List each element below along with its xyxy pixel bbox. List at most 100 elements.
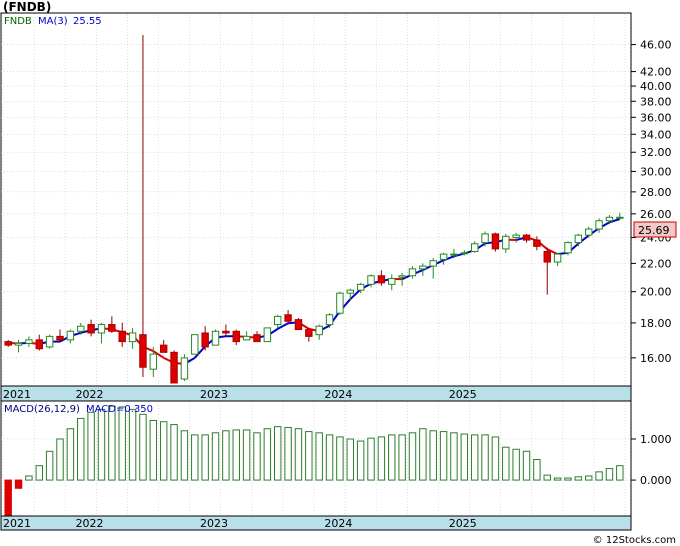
macd-bar [305,431,313,481]
candle-body [284,314,292,322]
candle-body [564,242,572,254]
candle-body [512,234,520,239]
candle-body [408,268,417,277]
candle-body [315,325,323,336]
price-y-tick: 46.00 [640,39,672,52]
macd-bar [398,434,406,481]
candle-body [139,334,147,368]
macd-bar [242,429,251,481]
macd-bar [512,448,520,481]
candle-body [170,351,178,384]
candle [211,329,220,346]
macd-bar [553,477,562,481]
candle-body [450,253,458,256]
candle-body [605,216,614,222]
candle-body [419,265,427,270]
macd-bar [14,479,23,489]
macd-bar [77,417,85,481]
macd-bar [222,430,230,481]
candle-body [87,324,95,334]
candle-body [429,260,437,267]
candle-body [97,324,106,334]
macd-bar [97,408,106,481]
candle [180,354,189,381]
macd-bar [502,446,510,481]
candle-body [543,250,551,263]
candle-body [274,315,282,326]
candle-body [222,330,230,334]
candle-body [336,292,344,314]
macd-x-tick: 2022 [76,517,104,530]
candle-body [14,342,23,346]
price-y-tick: 28.00 [640,186,672,199]
candle-body [180,357,189,380]
candle-body [502,235,510,250]
macd-bar [263,428,272,481]
last-price-tag: 25.69 [633,221,677,238]
macd-bar [274,426,282,481]
macd-bar [66,428,75,481]
macd-bar [450,432,458,481]
macd-bar [35,465,43,481]
macd-bar [491,436,500,481]
candle-body [325,314,334,326]
candle [170,350,178,384]
macd-y-tick: 1.000 [640,433,672,446]
macd-bar [4,479,12,516]
macd-bar [170,424,178,481]
price-y-tick: 42.00 [640,66,672,79]
candle-body [491,233,500,250]
candle-body [470,243,479,252]
macd-legend-value: MACD=0.350 [86,404,153,415]
candle-body [149,353,158,370]
candle-body [595,220,603,230]
macd-bar [481,434,489,481]
price-y-tick: 18.00 [640,317,672,330]
macd-bar [533,459,541,481]
macd-bar [325,434,334,481]
candle-body [77,325,85,332]
candle-body [439,253,448,260]
macd-bar [429,430,437,481]
candle-body [616,216,624,219]
macd-bar [388,434,396,481]
macd-y-tick: 0.000 [640,474,672,487]
candle-body [305,329,313,337]
macd-bar [201,434,209,481]
price-y-tick: 22.00 [640,257,672,270]
candle-body [128,332,137,343]
candle-body [159,344,168,353]
last-price-label: 25.69 [638,224,670,237]
price-y-tick: 26.00 [640,208,672,221]
macd-bar [159,421,168,481]
candle-body [25,339,33,344]
footer-credit: © 12Stocks.com [592,535,676,546]
legend-ma-label: MA(3) [38,16,68,27]
candle-body [367,275,375,285]
legend-symbol: FNDB [4,16,32,27]
candle-body [66,330,75,341]
price-y-tick: 40.00 [640,80,672,93]
macd-bar [139,413,147,481]
macd-bar [294,428,303,481]
macd-bar [45,450,54,481]
macd-bar [211,432,220,481]
macd-bar [128,408,137,481]
price-y-tick: 36.00 [640,111,672,124]
candle [491,232,500,252]
macd-bar [616,465,624,481]
candle-body [253,334,261,343]
macd-bar [253,432,261,481]
macd-bar [232,429,240,481]
candle-body [388,278,396,285]
candle-body [263,327,272,343]
macd-bar [108,405,116,481]
macd-bar [315,432,323,481]
macd-x-tick: 2021 [3,517,31,530]
candle [336,291,344,315]
candle [45,334,54,349]
candle [191,334,199,355]
price-y-tick: 20.00 [640,286,672,299]
candle-body [45,335,54,348]
macd-bar [595,471,603,481]
